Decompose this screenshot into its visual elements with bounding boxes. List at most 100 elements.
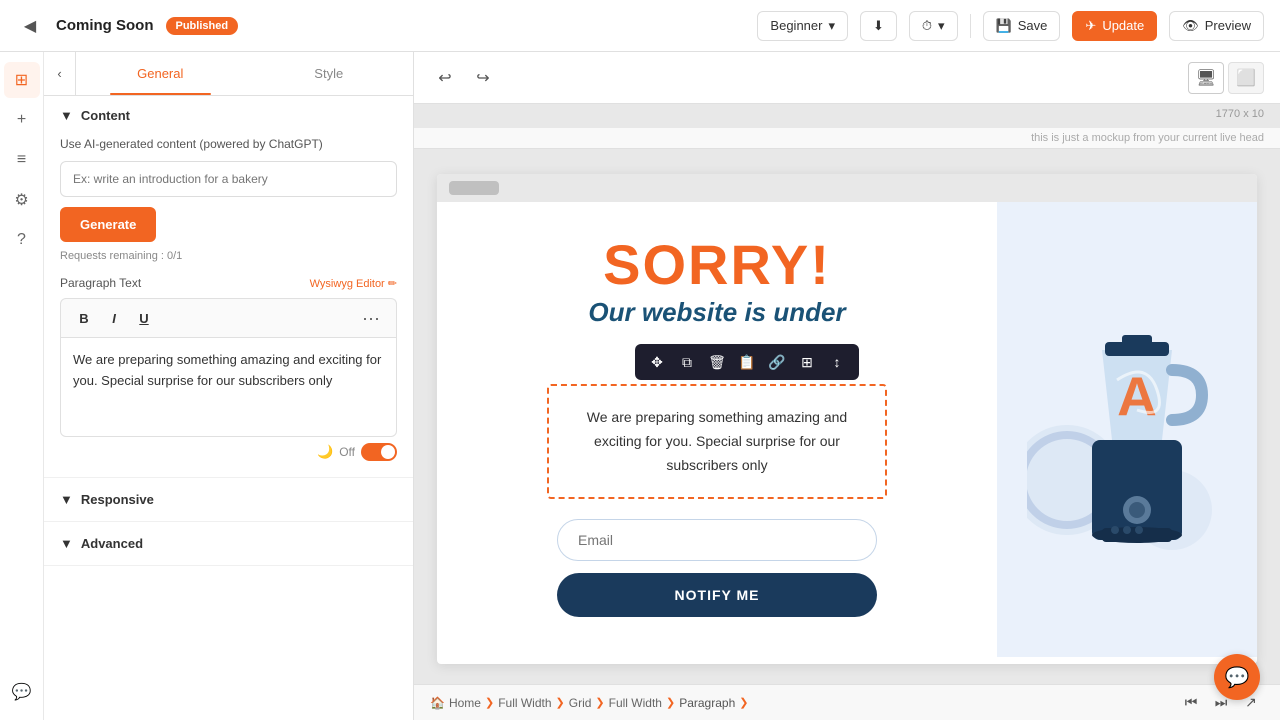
breadcrumb-item-fullwidth1[interactable]: Full Width <box>498 696 551 710</box>
sidebar-item-chat[interactable]: 💬 <box>4 674 40 710</box>
sidebar-item-layers[interactable]: ⊞ <box>4 62 40 98</box>
paragraph-content: We are preparing something amazing and e… <box>569 406 865 477</box>
content-section-body: Use AI-generated content (powered by Cha… <box>44 135 413 477</box>
chevron-history: ▾ <box>938 18 945 34</box>
canvas-area: ↩ ↪ 🖥 ⬜ 1770 x 10 this is just a mockup … <box>414 52 1280 720</box>
advanced-section: ▼ Advanced <box>44 522 413 566</box>
toggle-switch[interactable] <box>361 443 397 461</box>
toggle-row: 🌙 Off <box>60 437 397 461</box>
panel-body: ▼ Content Use AI-generated content (powe… <box>44 96 413 720</box>
underline-button[interactable]: U <box>131 305 157 331</box>
desktop-view-button[interactable]: 🖥 <box>1188 62 1224 94</box>
tab-style[interactable]: Style <box>245 52 414 95</box>
history-icon: ⏱ <box>922 18 932 34</box>
breadcrumb-bar: 🏠 Home ❯ Full Width ❯ Grid ❯ Full Width … <box>414 684 1280 720</box>
advanced-section-title: Advanced <box>81 536 143 551</box>
toggle-knob <box>381 445 395 459</box>
svg-text:A: A <box>1117 365 1157 427</box>
float-toolbar: ✥ ⧉ 🗑 📋 🔗 ⊞ ↕ <box>635 344 859 380</box>
download-icon: ⬇ <box>873 18 884 34</box>
breadcrumb-arrow-1: ❯ <box>485 696 494 709</box>
chat-bubble-icon: 💬 <box>1225 665 1250 690</box>
back-arrow-icon: ◀ <box>24 16 36 36</box>
save-button[interactable]: 💾 Save <box>983 11 1061 41</box>
notify-button[interactable]: NOTIFY ME <box>557 573 877 617</box>
chat-bubble[interactable]: 💬 <box>1214 654 1260 700</box>
canvas-dimensions: 1770 x 10 <box>1216 108 1264 120</box>
float-link-icon[interactable]: 🔗 <box>763 349 791 375</box>
sidebar-item-settings[interactable]: ⚙ <box>4 182 40 218</box>
float-delete-icon[interactable]: 🗑 <box>703 349 731 375</box>
published-badge: Published <box>166 17 239 35</box>
section-chevron-icon: ▼ <box>60 108 73 123</box>
responsive-section-title: Responsive <box>81 492 154 507</box>
requests-remaining: Requests remaining : 0/1 <box>60 250 397 262</box>
wysiwyg-editor-button[interactable]: Wysiwyg Editor ✏ <box>310 277 397 290</box>
ai-label: Use AI-generated content (powered by Cha… <box>60 135 397 153</box>
panel-back-button[interactable]: ‹ <box>44 52 76 95</box>
moon-icon: 🌙 <box>317 444 333 460</box>
content-section: ▼ Content Use AI-generated content (powe… <box>44 96 413 478</box>
italic-button[interactable]: I <box>101 305 127 331</box>
canvas-tools-right: 🖥 ⬜ <box>1188 62 1264 94</box>
float-copy-icon[interactable]: ⧉ <box>673 349 701 375</box>
page-subtitle: Our website is under <box>588 297 845 328</box>
more-options-icon[interactable]: ··· <box>356 305 386 331</box>
redo-button[interactable]: ↪ <box>468 63 498 93</box>
nav-prev-button[interactable]: ⏮ <box>1178 690 1204 716</box>
float-grid-icon[interactable]: ⊞ <box>793 349 821 375</box>
mockup-notice: this is just a mockup from your current … <box>414 128 1280 149</box>
topbar: ◀ Coming Soon Published Beginner ▾ ⬇ ⏱ ▾… <box>0 0 1280 52</box>
breadcrumb-arrow-2: ❯ <box>556 696 565 709</box>
panel-tabs: ‹ General Style <box>44 52 413 96</box>
topbar-back-button[interactable]: ◀ <box>16 12 44 40</box>
divider <box>970 14 971 38</box>
breadcrumb-item-home[interactable]: 🏠 Home <box>430 696 481 710</box>
sidebar-item-add[interactable]: + <box>4 102 40 138</box>
float-arrows-icon[interactable]: ↕ <box>823 349 851 375</box>
breadcrumb-item-fullwidth2[interactable]: Full Width <box>609 696 662 710</box>
history-button[interactable]: ⏱ ▾ <box>909 11 958 41</box>
paragraph-text-area[interactable]: We are preparing something amazing and e… <box>60 337 397 437</box>
sorry-title: SORRY! <box>603 232 831 297</box>
canvas-toolbar: ↩ ↪ 🖥 ⬜ <box>414 52 1280 104</box>
download-button[interactable]: ⬇ <box>860 11 897 41</box>
breadcrumb-arrow-3: ❯ <box>595 696 604 709</box>
responsive-section-header[interactable]: ▼ Responsive <box>44 478 413 521</box>
undo-button[interactable]: ↩ <box>430 63 460 93</box>
tablet-view-button[interactable]: ⬜ <box>1228 62 1264 94</box>
content-section-header[interactable]: ▼ Content <box>44 96 413 135</box>
generate-button[interactable]: Generate <box>60 207 156 242</box>
bold-button[interactable]: B <box>71 305 97 331</box>
page-canvas: SORRY! Our website is under ✥ ⧉ 🗑 📋 🔗 ⊞ <box>437 174 1257 664</box>
side-panel: ‹ General Style ▼ Content Use AI-generat… <box>44 52 414 720</box>
canvas-tools-left: ↩ ↪ <box>430 63 498 93</box>
content-section-title: Content <box>81 108 130 123</box>
text-toolbar: B I U ··· <box>60 298 397 337</box>
float-duplicate-icon[interactable]: 📋 <box>733 349 761 375</box>
canvas-frame: 1770 x 10 this is just a mockup from you… <box>414 104 1280 684</box>
ai-prompt-input[interactable] <box>60 161 397 197</box>
chevron-down-icon: ▾ <box>828 18 835 34</box>
advanced-section-header[interactable]: ▼ Advanced <box>44 522 413 565</box>
icon-bar: ⊞ + ≡ ⚙ ? 💬 <box>0 52 44 720</box>
save-icon: 💾 <box>996 18 1012 34</box>
update-button[interactable]: ✈ Update <box>1072 11 1157 41</box>
preview-button[interactable]: 👁 Preview <box>1169 11 1264 41</box>
page-inner: SORRY! Our website is under ✥ ⧉ 🗑 📋 🔗 ⊞ <box>437 202 1257 657</box>
float-move-icon[interactable]: ✥ <box>643 349 671 375</box>
sidebar-item-help[interactable]: ? <box>4 222 40 258</box>
email-input[interactable] <box>557 519 877 561</box>
paragraph-label-row: Paragraph Text Wysiwyg Editor ✏ <box>60 276 397 290</box>
paragraph-box[interactable]: We are preparing something amazing and e… <box>547 384 887 499</box>
breadcrumb-item-grid[interactable]: Grid <box>569 696 592 710</box>
back-icon: ‹ <box>57 66 61 81</box>
level-dropdown[interactable]: Beginner ▾ <box>757 11 848 41</box>
sidebar-item-list[interactable]: ≡ <box>4 142 40 178</box>
tab-general[interactable]: General <box>76 52 245 95</box>
page-right: A <box>997 202 1257 657</box>
breadcrumb-item-paragraph[interactable]: Paragraph <box>679 696 735 710</box>
breadcrumb-arrow-5: ❯ <box>739 696 748 709</box>
breadcrumb-arrow-4: ❯ <box>666 696 675 709</box>
level-label: Beginner <box>770 18 822 33</box>
